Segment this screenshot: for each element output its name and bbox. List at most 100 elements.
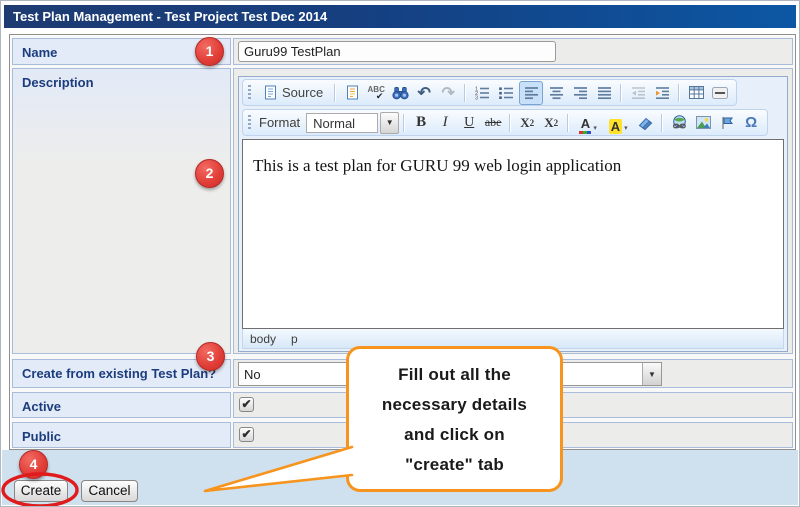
insert-link-button[interactable] [668,112,690,134]
numbered-list-icon: 123 [474,86,490,100]
indent-button[interactable] [651,82,673,104]
name-input[interactable] [238,41,556,62]
path-p[interactable]: p [291,332,298,346]
align-right-button[interactable] [569,82,591,104]
text-color-button[interactable]: A ▾ [574,112,602,134]
strikethrough-button[interactable]: abe [482,112,504,134]
image-icon [696,116,711,129]
editor-text: This is a test plan for GURU 99 web logi… [253,156,621,175]
globe-link-icon [671,115,688,130]
justify-icon [597,86,612,100]
horizontal-rule-button[interactable] [709,82,731,104]
path-body[interactable]: body [250,332,276,346]
description-cell: Source ABC ✔ [233,68,793,354]
source-button[interactable]: Source [258,82,329,104]
text-color-icon: A [579,118,591,134]
insert-table-button[interactable] [685,82,707,104]
underline-button[interactable]: U [458,112,480,134]
numbered-list-button[interactable]: 123 [471,82,493,104]
window-title: Test Plan Management - Test Project Test… [4,5,796,28]
bullet-list-icon [498,86,514,100]
source-button-label: Source [282,85,323,100]
active-label: Active [12,392,231,418]
select-arrow-icon: ▼ [642,363,661,385]
toolbar-separator [620,84,622,102]
step-3-badge: 3 [196,342,225,371]
toolbar-separator [678,84,680,102]
text-color-arrow-icon: ▾ [593,124,597,132]
templates-button[interactable] [341,82,363,104]
source-page-icon [264,85,277,100]
subscript-button[interactable]: X2 [516,112,538,134]
step-2-badge: 2 [195,159,224,188]
subscript-2: 2 [530,118,535,128]
name-cell [233,38,793,65]
svg-text:3: 3 [475,95,478,100]
align-right-icon [573,86,588,100]
format-dropdown-arrow[interactable]: ▼ [380,112,399,134]
format-dropdown[interactable]: Normal [306,113,378,133]
superscript-button[interactable]: X2 [540,112,562,134]
bullet-list-button[interactable] [495,82,517,104]
undo-button[interactable]: ↶ [413,82,435,104]
toolbar-separator [334,84,336,102]
description-label: Description [12,68,231,354]
rich-text-editor: Source ABC ✔ [238,76,788,352]
toolbar-separator [464,84,466,102]
background-color-icon: A [609,119,622,134]
spellcheck-icon: ABC ✔ [368,86,385,100]
align-center-button[interactable] [545,82,567,104]
align-left-button[interactable] [519,81,543,105]
toolbar-grip-icon [248,85,251,101]
justify-button[interactable] [593,82,615,104]
editor-toolbar-row1: Source ABC ✔ [242,79,737,106]
background-color-button[interactable]: A ▾ [604,112,632,134]
toolbar-grip-icon [248,115,251,131]
insert-image-button[interactable] [692,112,714,134]
public-checkbox[interactable]: ✔ [239,427,254,442]
align-center-icon [549,86,564,100]
find-button[interactable] [389,82,411,104]
create-from-selected-value: No [244,367,261,382]
indent-icon [655,86,670,100]
superscript-x: X [544,115,553,131]
align-left-icon [524,86,539,100]
outdent-button[interactable] [627,82,649,104]
eraser-icon [638,116,653,130]
step-1-badge: 1 [195,37,224,66]
flag-icon [720,116,734,130]
public-label: Public [12,422,231,448]
redo-button[interactable]: ↷ [437,82,459,104]
editor-toolbar-row2: Format Normal ▼ B I U abe X2 X2 [242,109,768,136]
active-checkbox[interactable]: ✔ [239,397,254,412]
step-4-badge: 4 [19,450,48,479]
templates-icon [346,85,359,100]
toolbar-separator [509,114,511,132]
test-plan-management-window: Test Plan Management - Test Project Test… [0,0,800,507]
remove-format-button[interactable] [634,112,656,134]
callout-line: and click on [349,420,560,450]
subscript-x: X [520,115,529,131]
background-color-arrow-icon: ▾ [624,124,628,132]
outdent-icon [631,86,646,100]
create-button[interactable]: Create [14,480,68,502]
bold-button[interactable]: B [410,112,432,134]
callout-line: necessary details [349,390,560,420]
flag-button[interactable] [716,112,738,134]
cancel-button[interactable]: Cancel [81,480,138,502]
format-label: Format [259,115,300,130]
italic-button[interactable]: I [434,112,456,134]
superscript-2: 2 [554,118,559,128]
callout-line: Fill out all the [349,360,560,390]
special-character-button[interactable]: Ω [740,112,762,134]
editor-content-area[interactable]: This is a test plan for GURU 99 web logi… [242,139,784,329]
spellcheck-button[interactable]: ABC ✔ [365,82,387,104]
toolbar-separator [567,114,569,132]
toolbar-separator [403,114,405,132]
redo-icon: ↷ [442,83,455,103]
callout-line: "create" tab [349,450,560,480]
horizontal-rule-icon [712,87,728,99]
binoculars-icon [392,86,409,100]
toolbar-separator [661,114,663,132]
callout-bubble: Fill out all the necessary details and c… [346,346,563,492]
